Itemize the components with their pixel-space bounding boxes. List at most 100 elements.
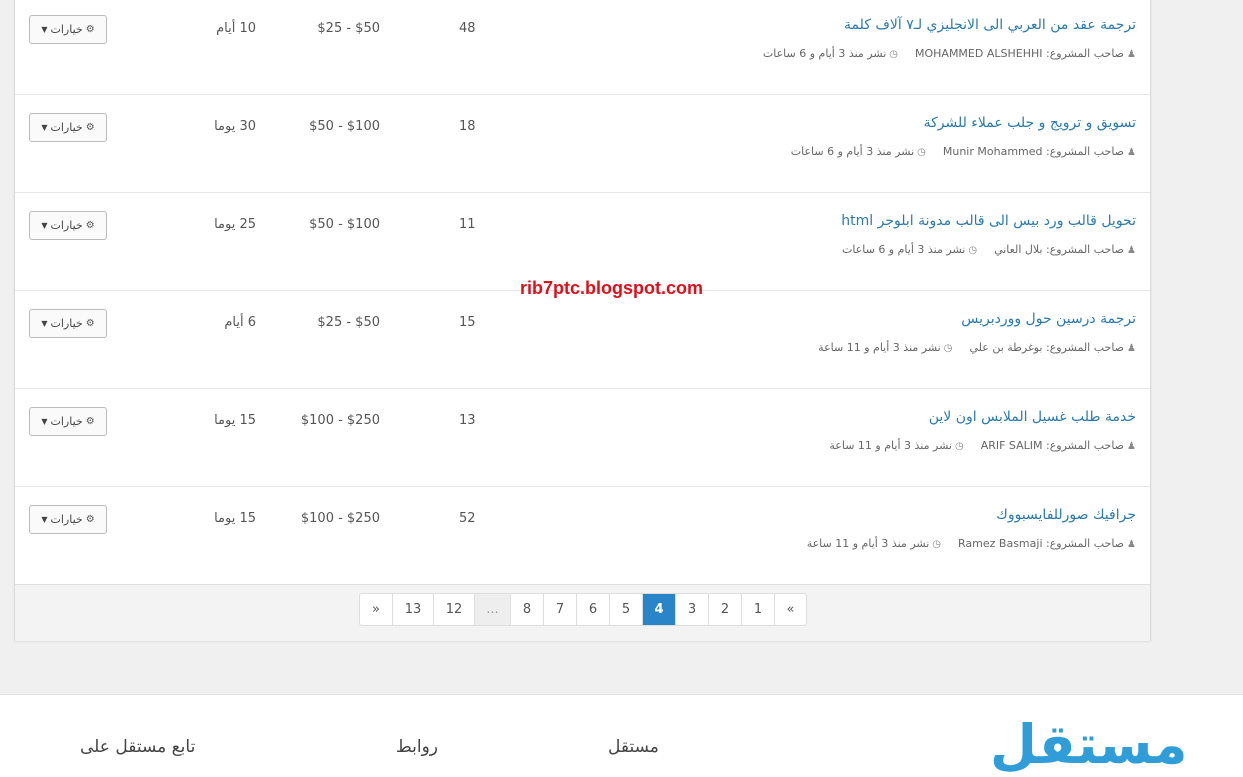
posted-time: نشر منذ 3 أيام و 11 ساعة bbox=[818, 341, 941, 354]
owner-name[interactable]: ARIF SALIM bbox=[981, 439, 1043, 452]
caret-down-icon: ▼ bbox=[41, 221, 48, 230]
options-label: خيارات bbox=[50, 415, 83, 428]
owner-label: صاحب المشروع: bbox=[1046, 439, 1125, 452]
project-title-link[interactable]: تسويق و ترويج و جلب عملاء للشركة bbox=[924, 115, 1136, 131]
clock-icon: ◷ bbox=[917, 147, 926, 158]
duration: 15 يوما bbox=[214, 511, 256, 526]
pagination-page[interactable]: 3 bbox=[675, 594, 708, 625]
options-button[interactable]: ⚙ خيارات ▼ bbox=[29, 505, 107, 534]
pagination-ellipsis: ... bbox=[474, 594, 510, 625]
clock-icon: ◷ bbox=[968, 245, 978, 256]
options-button[interactable]: ⚙ خيارات ▼ bbox=[29, 407, 107, 436]
pagination-page[interactable]: 5 bbox=[609, 594, 642, 625]
posted-time: نشر منذ 3 أيام و 6 ساعات bbox=[762, 47, 887, 60]
posted-time: نشر منذ 3 أيام و 6 ساعات bbox=[841, 243, 966, 256]
pagination-page[interactable]: 13 bbox=[392, 594, 433, 625]
project-row: تحويل قالب ورد بيس الى قالب مدونة ابلوجر… bbox=[15, 193, 1150, 291]
budget: $25 - $50 bbox=[317, 21, 380, 36]
pagination-page[interactable]: 2 bbox=[708, 594, 741, 625]
project-title-link[interactable]: ترجمة عقد من العربي الى الانجليزي لـ٧ آل… bbox=[844, 17, 1136, 33]
owner-name[interactable]: Munir Mohammed bbox=[943, 145, 1043, 158]
project-row: تسويق و ترويج و جلب عملاء للشركة ♟صاحب ا… bbox=[15, 95, 1150, 193]
budget: $50 - $100 bbox=[309, 119, 380, 134]
footer-about-heading: مستقل bbox=[608, 737, 659, 757]
project-title-link[interactable]: تحويل قالب ورد بيس الى قالب مدونة ابلوجر… bbox=[841, 213, 1136, 229]
watermark: rib7ptc.blogspot.com bbox=[520, 278, 704, 298]
gear-icon: ⚙ bbox=[85, 416, 95, 427]
duration: 15 يوما bbox=[214, 413, 256, 428]
project-title-link[interactable]: ترجمة درسين حول ووردبريس bbox=[961, 311, 1136, 327]
options-button[interactable]: ⚙ خيارات ▼ bbox=[29, 15, 107, 44]
pagination-page[interactable]: 4 bbox=[642, 594, 675, 625]
pagination-page[interactable]: 12 bbox=[433, 594, 474, 625]
project-row: ترجمة درسين حول ووردبريس ♟صاحب المشروع: … bbox=[15, 291, 1150, 389]
project-title-link[interactable]: جرافيك صورللفايسبووك bbox=[996, 507, 1136, 523]
options-button[interactable]: ⚙ خيارات ▼ bbox=[29, 309, 107, 338]
owner-name[interactable]: بوغرطة بن علي bbox=[969, 341, 1042, 354]
options-label: خيارات bbox=[50, 219, 83, 232]
project-title-link[interactable]: خدمة طلب غسيل الملابس اون لاين bbox=[929, 409, 1136, 425]
duration: 25 يوما bbox=[214, 217, 256, 232]
project-row: خدمة طلب غسيل الملابس اون لاين ♟صاحب الم… bbox=[15, 389, 1150, 487]
gear-icon: ⚙ bbox=[85, 514, 95, 525]
user-icon: ♟ bbox=[1127, 49, 1136, 60]
project-meta: ♟صاحب المشروع: Ramez Basmaji ◷نشر منذ 3 … bbox=[807, 537, 1136, 550]
owner-name[interactable]: بلال العاني bbox=[994, 243, 1042, 256]
caret-down-icon: ▼ bbox=[41, 25, 48, 34]
pagination-page[interactable]: 8 bbox=[510, 594, 543, 625]
pagination-next[interactable]: » bbox=[360, 594, 392, 625]
caret-down-icon: ▼ bbox=[41, 319, 48, 328]
user-icon: ♟ bbox=[1127, 539, 1136, 550]
user-icon: ♟ bbox=[1127, 147, 1136, 158]
options-button[interactable]: ⚙ خيارات ▼ bbox=[29, 211, 107, 240]
project-meta: ♟صاحب المشروع: MOHAMMED ALSHEHHI ◷نشر من… bbox=[763, 47, 1136, 60]
bids-count: 11 bbox=[459, 217, 476, 232]
owner-label: صاحب المشروع: bbox=[1046, 243, 1125, 256]
pagination: » 13 12... 8 7 6 5 4 3 2 1 « bbox=[359, 593, 807, 626]
owner-name[interactable]: MOHAMMED ALSHEHHI bbox=[915, 47, 1043, 60]
pagination-page[interactable]: 7 bbox=[543, 594, 576, 625]
clock-icon: ◷ bbox=[932, 539, 942, 550]
owner-label: صاحب المشروع: bbox=[1046, 145, 1125, 158]
options-label: خيارات bbox=[50, 121, 83, 134]
budget: $25 - $50 bbox=[317, 315, 380, 330]
pagination-area: » 13 12... 8 7 6 5 4 3 2 1 « bbox=[15, 584, 1150, 641]
gear-icon: ⚙ bbox=[85, 24, 95, 35]
posted-time: نشر منذ 3 أيام و 6 ساعات bbox=[790, 145, 915, 158]
site-logo[interactable]: مستقل bbox=[990, 713, 1188, 777]
user-icon: ♟ bbox=[1127, 441, 1136, 452]
budget: $50 - $100 bbox=[309, 217, 380, 232]
bids-count: 52 bbox=[459, 511, 476, 526]
owner-name[interactable]: Ramez Basmaji bbox=[958, 537, 1042, 550]
duration: 6 أيام bbox=[224, 315, 256, 330]
footer-follow-heading: تابع مستقل على bbox=[80, 737, 196, 757]
user-icon: ♟ bbox=[1127, 343, 1136, 354]
options-label: خيارات bbox=[50, 513, 83, 526]
project-row: ترجمة عقد من العربي الى الانجليزي لـ٧ آل… bbox=[15, 0, 1150, 95]
caret-down-icon: ▼ bbox=[41, 123, 48, 132]
bids-count: 13 bbox=[459, 413, 476, 428]
clock-icon: ◷ bbox=[943, 343, 953, 354]
duration: 10 أيام bbox=[216, 21, 256, 36]
options-label: خيارات bbox=[50, 23, 83, 36]
projects-panel: ترجمة عقد من العربي الى الانجليزي لـ٧ آل… bbox=[14, 0, 1151, 641]
budget: $100 - $250 bbox=[300, 413, 380, 428]
options-button[interactable]: ⚙ خيارات ▼ bbox=[29, 113, 107, 142]
pagination-page[interactable]: 1 bbox=[741, 594, 774, 625]
project-meta: ♟صاحب المشروع: Munir Mohammed ◷نشر منذ 3… bbox=[791, 145, 1136, 158]
clock-icon: ◷ bbox=[954, 441, 964, 452]
pagination-page[interactable]: 6 bbox=[576, 594, 609, 625]
project-meta: ♟صاحب المشروع: بوغرطة بن علي ◷نشر منذ 3 … bbox=[818, 341, 1136, 354]
project-meta: ♟صاحب المشروع: بلال العاني ◷نشر منذ 3 أي… bbox=[842, 243, 1136, 256]
duration: 30 يوما bbox=[214, 119, 256, 134]
pagination-prev[interactable]: « bbox=[774, 594, 806, 625]
gear-icon: ⚙ bbox=[85, 122, 95, 133]
caret-down-icon: ▼ bbox=[41, 515, 48, 524]
owner-label: صاحب المشروع: bbox=[1046, 341, 1125, 354]
budget: $100 - $250 bbox=[300, 511, 380, 526]
options-label: خيارات bbox=[50, 317, 83, 330]
bids-count: 48 bbox=[459, 21, 476, 36]
project-meta: ♟صاحب المشروع: ARIF SALIM ◷نشر منذ 3 أيا… bbox=[829, 439, 1136, 452]
bids-count: 18 bbox=[459, 119, 476, 134]
user-icon: ♟ bbox=[1127, 245, 1136, 256]
